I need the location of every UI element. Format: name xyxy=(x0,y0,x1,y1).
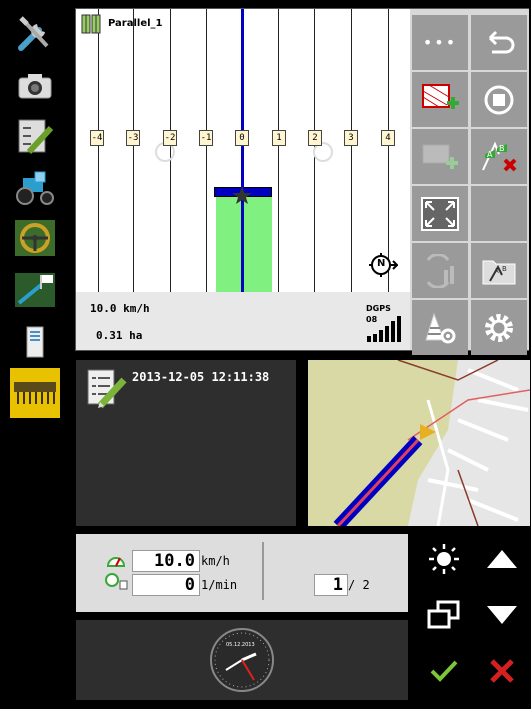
task-documentation-icon xyxy=(87,369,127,409)
sun-icon xyxy=(429,544,459,574)
signal-strength-icon xyxy=(367,316,401,342)
close-icon xyxy=(490,659,514,683)
svg-text:A: A xyxy=(487,150,493,159)
readouts-panel: 10.0 km/h 0 1/min 1 / 2 xyxy=(76,534,408,612)
settings-button[interactable] xyxy=(471,300,527,355)
swath-label: 0 xyxy=(235,130,249,146)
track-line xyxy=(278,9,279,292)
parallel-track-icon xyxy=(81,14,101,34)
fullscreen-icon xyxy=(421,196,459,231)
compass-label: N xyxy=(377,258,386,269)
active-guidance-line xyxy=(241,9,244,292)
speed-unit: km/h xyxy=(201,554,230,568)
documentation-icon[interactable] xyxy=(12,116,58,156)
rpm-icon xyxy=(105,573,128,590)
rpm-field: 0 xyxy=(132,574,200,596)
track-line xyxy=(206,9,207,292)
stop-button[interactable] xyxy=(471,72,527,127)
field-view[interactable]: -4 -3 -2 -1 0 1 2 3 4 Parallel_1 N xyxy=(76,9,410,292)
compass-icon[interactable]: N xyxy=(366,251,400,279)
tractor-icon[interactable] xyxy=(12,168,58,208)
track-line xyxy=(351,9,352,292)
swath-label: 3 xyxy=(344,130,358,146)
switch-window-button[interactable] xyxy=(416,588,472,642)
rpm-unit: 1/min xyxy=(201,578,238,592)
documentation-panel[interactable]: 2013-12-05 12:11:38 xyxy=(76,360,296,526)
map-panel[interactable] xyxy=(308,360,530,526)
empty-slot xyxy=(471,186,527,241)
arrow-up-icon xyxy=(487,550,517,568)
field-add-icon xyxy=(422,83,459,109)
gps-mode: DGPS xyxy=(366,304,391,313)
checkmark-icon xyxy=(430,660,458,682)
cone-gear-icon xyxy=(425,311,456,343)
add-obstacle-button[interactable] xyxy=(412,129,468,184)
more-options-button[interactable]: ••• xyxy=(412,15,468,70)
speed-field: 10.0 xyxy=(132,550,200,572)
implement-settings-button[interactable] xyxy=(412,300,468,355)
swath-label: 1 xyxy=(272,130,286,146)
clock-panel: 05.12.2013 xyxy=(76,620,408,700)
delete-track-button[interactable]: A B xyxy=(471,129,527,184)
rotate-map-button[interactable] xyxy=(412,243,468,298)
timestamp: 2013-12-05 12:11:38 xyxy=(132,370,270,384)
guidance-panel: -4 -3 -2 -1 0 1 2 3 4 Parallel_1 N 10.0 xyxy=(75,8,529,355)
folder-ab-icon: A B xyxy=(482,260,516,284)
track-line xyxy=(133,9,134,292)
analog-clock xyxy=(210,628,274,692)
add-area-icon xyxy=(422,144,458,169)
settings-tools-icon[interactable] xyxy=(12,14,58,54)
svg-text:A: A xyxy=(494,267,499,275)
scroll-down-button[interactable] xyxy=(474,588,530,642)
undo-icon xyxy=(488,30,515,53)
area-readout: 0.31 ha xyxy=(96,329,143,342)
clock-date: 05.12.2013 xyxy=(226,642,255,648)
field-guidance-icon[interactable] xyxy=(12,270,58,310)
guidance-toolbar: ••• A B A B xyxy=(410,9,529,355)
svg-text:B: B xyxy=(499,144,505,153)
svg-text:B: B xyxy=(502,265,507,273)
cancel-button[interactable] xyxy=(474,644,530,698)
page-total: / 2 xyxy=(348,578,370,592)
track-header: Parallel_1 xyxy=(80,11,163,35)
swath-label: 2 xyxy=(308,130,322,146)
windows-icon xyxy=(427,600,460,629)
terminal-icon[interactable] xyxy=(12,322,58,362)
worked-area xyxy=(216,195,272,292)
swath-label: -2 xyxy=(163,130,177,146)
vehicle-marker-icon xyxy=(232,186,252,204)
track-name: Parallel_1 xyxy=(108,17,163,29)
status-bar: 10.0 km/h 0.31 ha DGPS 08 xyxy=(76,292,410,350)
arrow-down-icon xyxy=(487,606,517,624)
page-current-field: 1 xyxy=(314,574,348,596)
track-line xyxy=(98,9,99,292)
track-memory-button[interactable]: A B xyxy=(471,243,527,298)
divider xyxy=(262,542,264,600)
implement-icon[interactable] xyxy=(10,368,60,418)
ab-delete-icon: A B xyxy=(482,140,517,171)
steering-wheel-icon[interactable] xyxy=(12,218,58,258)
swath-label: -1 xyxy=(199,130,213,146)
zoom-extent-button[interactable] xyxy=(412,186,468,241)
swath-label: 4 xyxy=(381,130,395,146)
map-view xyxy=(333,360,530,526)
swath-label: -4 xyxy=(90,130,104,146)
scroll-up-button[interactable] xyxy=(474,532,530,586)
brightness-button[interactable] xyxy=(416,532,472,586)
stop-icon xyxy=(484,85,514,114)
camera-icon[interactable] xyxy=(12,66,58,106)
map-rotate-icon xyxy=(426,253,454,288)
back-button[interactable] xyxy=(471,15,527,70)
confirm-button[interactable] xyxy=(416,644,472,698)
speed-readout: 10.0 km/h xyxy=(90,302,150,315)
swath-label: -3 xyxy=(126,130,140,146)
gear-icon xyxy=(485,313,513,342)
speedometer-icon xyxy=(106,557,126,567)
track-line xyxy=(388,9,389,292)
new-boundary-button[interactable] xyxy=(412,72,468,127)
